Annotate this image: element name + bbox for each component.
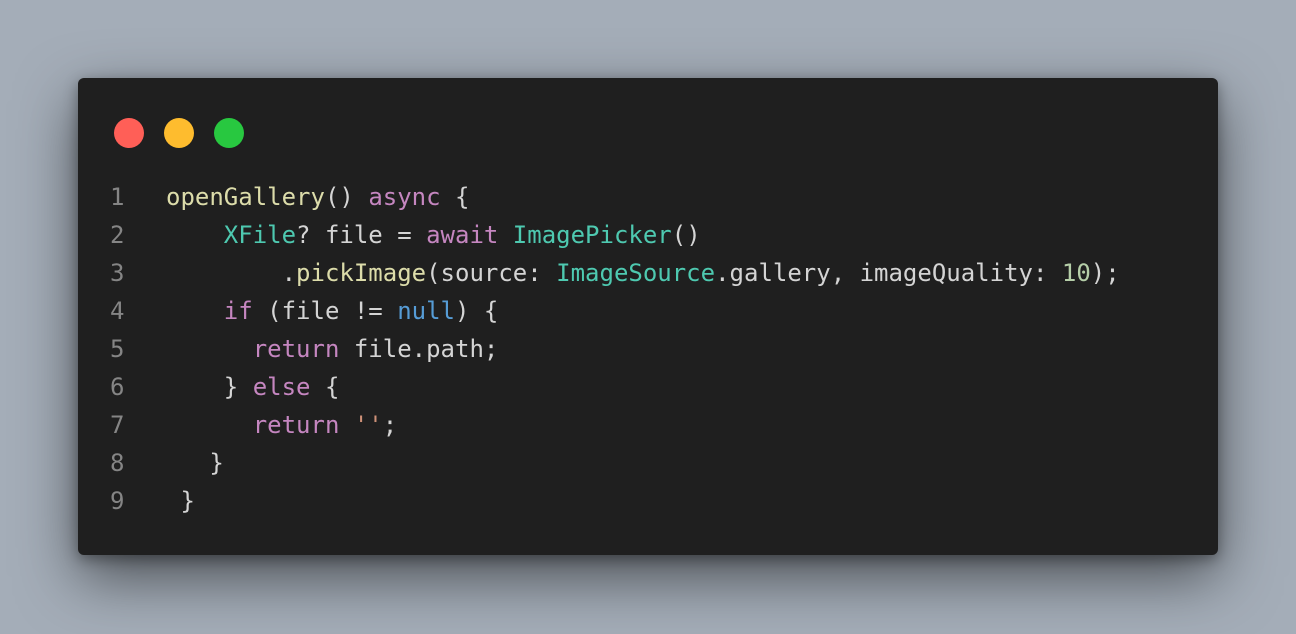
- code-line: 8 }: [110, 444, 1198, 482]
- code-token: }: [166, 487, 195, 515]
- line-number: 2: [110, 221, 125, 249]
- line-content: openGallery() async {: [166, 178, 469, 216]
- code-line: 5 return file.path;: [110, 330, 1198, 368]
- line-content: }: [166, 444, 224, 482]
- line-number: 8: [110, 449, 125, 477]
- code-token: ;: [382, 411, 398, 439]
- code-token: (file !=: [252, 297, 398, 325]
- code-token: file.path;: [339, 335, 499, 363]
- code-token: 10: [1061, 259, 1091, 287]
- code-token: .gallery, imageQuality:: [715, 259, 1062, 287]
- code-line: 1 openGallery() async {: [110, 178, 1198, 216]
- code-line: 2 XFile? file = await ImagePicker(): [110, 216, 1198, 254]
- code-token: ) {: [455, 297, 499, 325]
- code-token: {: [310, 373, 340, 401]
- line-content: .pickImage(source: ImageSource.gallery, …: [166, 254, 1120, 292]
- code-block: 1 openGallery() async {2 XFile? file = aw…: [110, 178, 1198, 520]
- line-number: 6: [110, 373, 125, 401]
- code-token: ImagePicker: [512, 221, 672, 249]
- code-token: {: [440, 183, 470, 211]
- maximize-dot-icon[interactable]: [214, 118, 244, 148]
- line-content: if (file != null) {: [166, 292, 499, 330]
- code-line: 7 return '';: [110, 406, 1198, 444]
- code-line: 6 } else {: [110, 368, 1198, 406]
- code-token: return: [252, 335, 340, 363]
- code-window: 1 openGallery() async {2 XFile? file = aw…: [78, 78, 1218, 555]
- line-number: 5: [110, 335, 125, 363]
- code-token: else: [252, 373, 311, 401]
- code-token: null: [397, 297, 455, 325]
- code-token: (source:: [426, 259, 557, 287]
- code-token: .: [166, 259, 297, 287]
- code-token: async: [368, 183, 441, 211]
- line-number: 4: [110, 297, 125, 325]
- close-dot-icon[interactable]: [114, 118, 144, 148]
- line-content: return file.path;: [166, 330, 499, 368]
- code-token: await: [426, 221, 499, 249]
- line-number: 7: [110, 411, 125, 439]
- window-controls: [114, 118, 244, 148]
- code-line: 4 if (file != null) {: [110, 292, 1198, 330]
- code-token: pickImage: [296, 259, 427, 287]
- code-token: if: [223, 297, 253, 325]
- line-content: } else {: [166, 368, 340, 406]
- code-token: '': [353, 411, 383, 439]
- line-number: 3: [110, 259, 125, 287]
- code-token: );: [1090, 259, 1120, 287]
- code-line: 3 .pickImage(source: ImageSource.gallery…: [110, 254, 1198, 292]
- code-line: 9 }: [110, 482, 1198, 520]
- line-number: 1: [110, 183, 125, 211]
- minimize-dot-icon[interactable]: [164, 118, 194, 148]
- code-token: ? file =: [296, 221, 427, 249]
- code-token: return: [252, 411, 340, 439]
- code-token: (): [324, 183, 369, 211]
- line-number: 9: [110, 487, 125, 515]
- code-token: (): [671, 221, 701, 249]
- code-token: }: [166, 449, 224, 477]
- code-token: ImageSource: [556, 259, 716, 287]
- line-content: XFile? file = await ImagePicker(): [166, 216, 701, 254]
- line-content: return '';: [166, 406, 398, 444]
- code-token: XFile: [223, 221, 297, 249]
- code-token: openGallery: [166, 183, 325, 211]
- code-token: }: [166, 373, 253, 401]
- line-content: }: [166, 482, 195, 520]
